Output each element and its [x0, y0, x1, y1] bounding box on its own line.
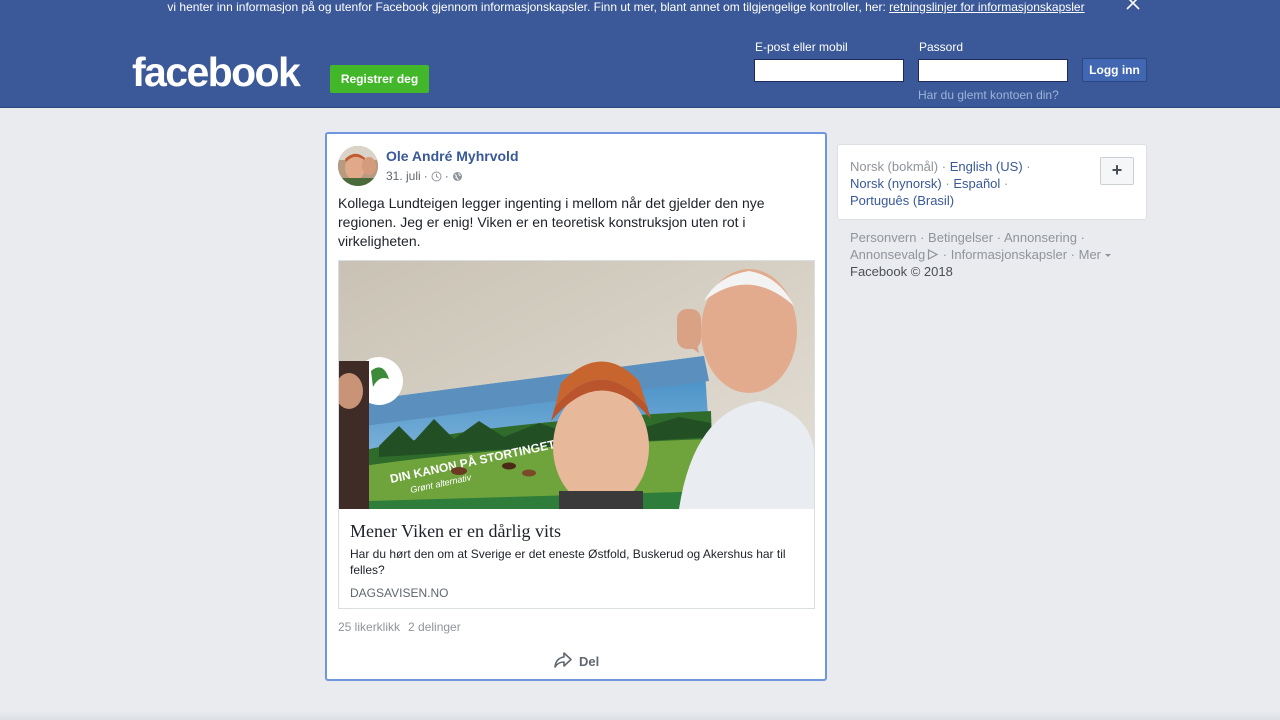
avatar[interactable]: [338, 146, 378, 186]
cookie-banner: vi henter inn informasjon på og utenfor …: [0, 0, 1280, 24]
language-current: Norsk (bokmål): [850, 159, 939, 174]
meta-separator: ·: [423, 169, 428, 183]
link-title[interactable]: Mener Viken er en dårlig vits: [350, 521, 561, 542]
forgot-account-link[interactable]: Har du glemt kontoen din?: [918, 88, 1059, 102]
post-stats: 25 likerklikk 2 delinger: [338, 620, 461, 634]
globe-icon: [452, 171, 463, 182]
post-date[interactable]: 31. juli: [386, 169, 421, 183]
share-button[interactable]: Del: [553, 650, 599, 672]
footer-link-ad-choices[interactable]: Annonsevalg: [850, 247, 925, 262]
post-card: Ole André Myhrvold 31. juli · · Kollega …: [325, 132, 827, 681]
language-link[interactable]: Português (Brasil): [850, 193, 954, 208]
cookie-banner-text-wrap: vi henter inn informasjon på og utenfor …: [0, 0, 1252, 14]
meta-separator: ·: [444, 169, 449, 183]
bottom-shadow: [0, 712, 1280, 720]
link-description: Har du hørt den om at Sverige er det ene…: [350, 547, 786, 577]
close-icon[interactable]: [1124, 0, 1142, 12]
language-selector: Norsk (bokmål) · English (US) · Norsk (n…: [837, 144, 1147, 220]
clock-icon: [431, 171, 442, 182]
footer-link-cookies[interactable]: Informasjonskapsler: [951, 247, 1067, 262]
footer-link-privacy[interactable]: Personvern: [850, 230, 916, 245]
copyright: Facebook © 2018: [850, 264, 953, 279]
caret-down-icon[interactable]: [1101, 247, 1112, 262]
footer-link-terms[interactable]: Betingelser: [928, 230, 993, 245]
language-link[interactable]: Norsk (nynorsk): [850, 176, 942, 191]
email-field[interactable]: [754, 59, 904, 82]
post-text: Kollega Lundteigen legger ingenting i me…: [338, 195, 765, 249]
language-list: Norsk (bokmål) · English (US) · Norsk (n…: [850, 159, 1031, 208]
footer-link-more[interactable]: Mer: [1079, 247, 1101, 262]
register-button[interactable]: Registrer deg: [330, 65, 429, 93]
language-link[interactable]: English (US): [950, 159, 1023, 174]
likes-count[interactable]: 25 likerklikk: [338, 620, 400, 634]
share-label: Del: [579, 653, 600, 669]
language-link[interactable]: Español: [953, 176, 1000, 191]
footer-link-advertising[interactable]: Annonsering: [1004, 230, 1077, 245]
link-preview-image[interactable]: DIN KANON PÅ STORTINGET Grønt alternativ: [339, 261, 814, 509]
top-bar: facebook Registrer deg E-post eller mobi…: [0, 24, 1280, 108]
link-domain: DAGSAVISEN.NO: [350, 586, 449, 600]
link-preview[interactable]: DIN KANON PÅ STORTINGET Grønt alternativ: [338, 260, 815, 609]
login-button[interactable]: Logg inn: [1082, 58, 1147, 82]
facebook-logo[interactable]: facebook: [132, 49, 301, 95]
password-label: Passord: [919, 40, 964, 54]
post-meta: 31. juli · ·: [386, 169, 463, 183]
footer: Personvern · Betingelser · Annonsering ·…: [850, 229, 1130, 280]
ad-choices-icon: [925, 247, 939, 262]
cookie-banner-text: vi henter inn informasjon på og utenfor …: [167, 0, 890, 14]
more-languages-button[interactable]: +: [1100, 157, 1134, 185]
password-field[interactable]: [918, 59, 1068, 82]
post-author-link[interactable]: Ole André Myhrvold: [386, 148, 519, 164]
cookie-policy-link[interactable]: retningslinjer for informasjonskapsler: [889, 0, 1084, 14]
shares-count[interactable]: 2 delinger: [408, 620, 461, 634]
email-label: E-post eller mobil: [755, 40, 848, 54]
share-icon: [553, 651, 573, 672]
